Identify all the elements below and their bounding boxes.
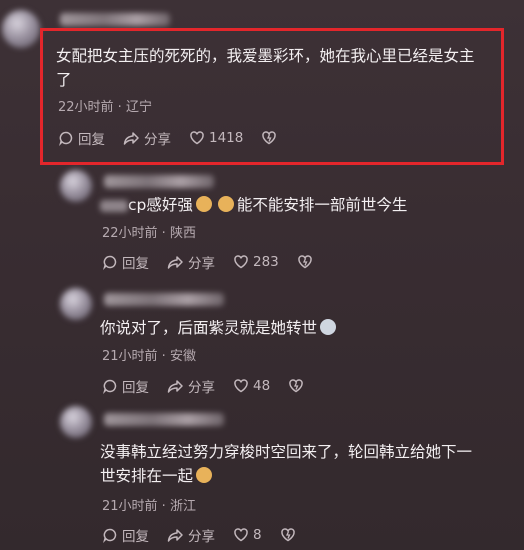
username-blurred[interactable] [104, 413, 224, 426]
share-label: 分享 [144, 132, 171, 148]
like-count: 283 [253, 254, 279, 270]
share-button[interactable]: 分享 [167, 376, 215, 396]
like-button[interactable]: 1418 [189, 130, 243, 146]
like-count: 1418 [209, 130, 244, 146]
reply-icon [59, 131, 73, 146]
share-button[interactable]: 分享 [167, 525, 215, 545]
reply-button[interactable]: 回复 [102, 525, 149, 545]
dislike-icon [280, 528, 295, 542]
comment-meta: 22小时前 · 辽宁 [58, 100, 152, 115]
reply-label: 回复 [122, 256, 149, 272]
comment-text: 你说对了，后面紫灵就是她转世 [100, 316, 339, 340]
avatar[interactable] [60, 406, 92, 438]
comment-text: 女配把女主压的死死的，我爱墨彩环，她在我心里已经是女主 了 [56, 44, 475, 92]
emoji-icon [196, 467, 213, 483]
like-count: 8 [253, 527, 262, 543]
reply-button[interactable]: 回复 [58, 128, 105, 148]
emoji-icon [195, 196, 212, 212]
comment-text: cp感好强 能不能安排一部前世今生 [100, 193, 407, 217]
like-button[interactable]: 48 [233, 378, 270, 394]
like-button[interactable]: 283 [233, 254, 279, 270]
share-icon [123, 132, 139, 145]
comment-line: 女配把女主压的死死的，我爱墨彩环，她在我心里已经是女主 [56, 47, 475, 65]
share-label: 分享 [188, 380, 215, 396]
comment-line: 了 [56, 71, 72, 89]
share-button[interactable]: 分享 [167, 252, 215, 272]
reply-button[interactable]: 回复 [102, 252, 149, 272]
heart-icon [234, 255, 248, 269]
mention-blurred[interactable] [100, 199, 128, 212]
dislike-button[interactable] [261, 130, 281, 146]
comment-prefix: cp感好强 [128, 196, 193, 214]
comment-actions: 回复 分享 48 [102, 376, 326, 396]
comment-line: 世安排在一起 [100, 467, 194, 485]
share-icon [167, 256, 183, 269]
reply-icon [103, 255, 117, 270]
reply-label: 回复 [78, 132, 105, 148]
dislike-icon [289, 379, 303, 393]
share-icon [167, 380, 183, 393]
avatar[interactable] [60, 170, 92, 202]
comment-actions: 回复 分享 8 [102, 525, 318, 545]
reply-icon [103, 379, 117, 394]
comment-suffix: 能不能安排一部前世今生 [236, 196, 408, 214]
comment-meta: 21小时前 · 浙江 [102, 499, 196, 514]
reply-icon [103, 528, 117, 543]
emoji-icon [217, 196, 234, 212]
share-label: 分享 [188, 529, 215, 545]
avatar[interactable] [2, 10, 40, 48]
dislike-icon [262, 131, 277, 145]
reply-label: 回复 [122, 529, 149, 545]
heart-icon [234, 528, 248, 542]
heart-icon [234, 379, 248, 393]
comment-meta: 21小时前 · 安徽 [102, 349, 196, 364]
reply-button[interactable]: 回复 [102, 376, 149, 396]
comment-actions: 回复 分享 1418 [58, 128, 299, 148]
comment-line: 没事韩立经过努力穿梭时空回来了，轮回韩立给她下一 [100, 443, 473, 461]
like-button[interactable]: 8 [233, 527, 262, 543]
avatar[interactable] [60, 288, 92, 320]
comment-actions: 回复 分享 283 [102, 252, 335, 272]
heart-icon [190, 131, 204, 145]
username-blurred[interactable] [104, 293, 224, 306]
like-count: 48 [253, 378, 271, 394]
dislike-button[interactable] [297, 254, 317, 270]
share-button[interactable]: 分享 [123, 128, 171, 148]
comment-text: 没事韩立经过努力穿梭时空回来了，轮回韩立给她下一 世安排在一起 [100, 440, 472, 488]
dislike-icon [298, 255, 312, 269]
dislike-button[interactable] [280, 527, 300, 543]
emoji-icon [320, 319, 337, 335]
reply-label: 回复 [122, 380, 149, 396]
comment-line-2: 世安排在一起 [100, 464, 472, 488]
comment-line: 你说对了，后面紫灵就是她转世 [100, 319, 318, 337]
comment-meta: 22小时前 · 陕西 [102, 226, 196, 241]
dislike-button[interactable] [288, 378, 308, 394]
share-icon [167, 529, 183, 542]
username-blurred[interactable] [60, 13, 170, 26]
share-label: 分享 [188, 256, 215, 272]
username-blurred[interactable] [104, 175, 214, 188]
